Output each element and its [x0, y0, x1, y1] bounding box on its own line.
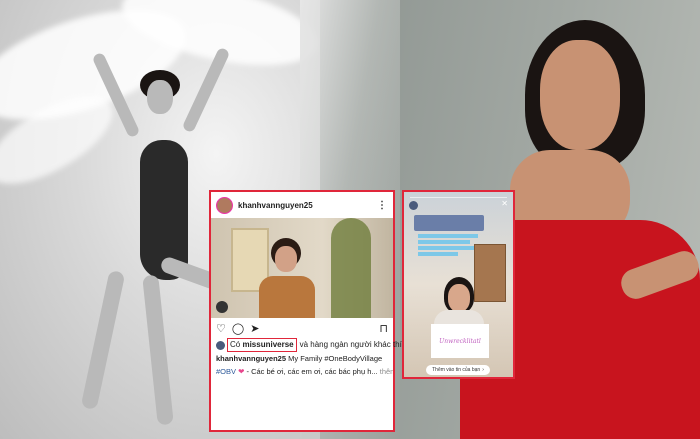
- avatar[interactable]: [216, 196, 233, 214]
- bookmark-icon[interactable]: ⊓: [379, 322, 388, 335]
- highlight-box: Có missuniverse: [227, 338, 297, 352]
- more-link[interactable]: thêm: [380, 367, 393, 376]
- caption-line-1: khanhvannguyen25 My Family #OneBodyVilla…: [211, 352, 393, 365]
- post-image[interactable]: [211, 218, 393, 318]
- caption-username[interactable]: khanhvannguyen25: [216, 354, 286, 363]
- add-to-story-label: Thêm vào tin của bạn: [432, 367, 481, 373]
- door: [474, 244, 506, 302]
- instagram-story: ✕ Unwrecklitatl Thêm vào tin của bạn ›: [402, 190, 515, 379]
- heart-emoji-icon: ❤: [238, 367, 245, 376]
- post-header: khanhvannguyen25 ⋮: [211, 192, 393, 218]
- likes-suffix[interactable]: và hàng ngàn người khác thích: [300, 339, 411, 351]
- caption-hashtag[interactable]: #OBV: [216, 367, 236, 376]
- likes-account[interactable]: missuniverse: [242, 340, 293, 349]
- caption-text: My Family #OneBodyVillage: [288, 354, 383, 363]
- post-username[interactable]: khanhvannguyen25: [238, 201, 377, 210]
- liker-avatar: [216, 340, 225, 350]
- likes-prefix: Có: [230, 340, 241, 349]
- story-progress-bar: [410, 197, 507, 198]
- sign-text: Unwrecklitatl: [439, 337, 481, 345]
- likes-line: Có missuniverse và hàng ngàn người khác …: [211, 338, 410, 352]
- story-header: [409, 201, 418, 210]
- close-icon[interactable]: ✕: [501, 199, 508, 208]
- story-avatar[interactable]: [409, 201, 418, 210]
- more-icon[interactable]: ⋮: [377, 200, 388, 211]
- instagram-post: khanhvannguyen25 ⋮ ♡ ◯ ➤ ⊓ Có missuniver…: [209, 190, 410, 432]
- heart-icon[interactable]: ♡: [216, 322, 226, 335]
- story-sign: Unwrecklitatl: [431, 324, 489, 358]
- post-actions: ♡ ◯ ➤ ⊓: [211, 318, 393, 338]
- share-icon[interactable]: ➤: [250, 322, 259, 335]
- caption-line-2: #OBV ❤ - Các bé ơi, các em ơi, các bác p…: [211, 365, 393, 378]
- caption-line2-text: - Các bé ơi, các em ơi, các bác phụ h...: [246, 367, 378, 376]
- comment-icon[interactable]: ◯: [232, 322, 244, 335]
- add-to-story-button[interactable]: Thêm vào tin của bạn ›: [426, 365, 490, 375]
- chevron-right-icon: ›: [482, 367, 484, 373]
- shared-post-thumbnail[interactable]: [414, 215, 484, 231]
